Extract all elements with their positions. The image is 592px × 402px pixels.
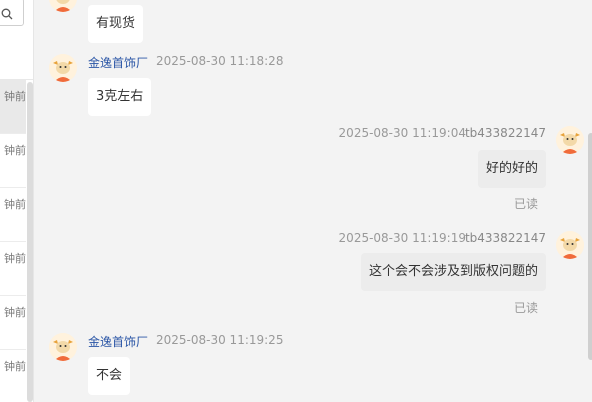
message-bubble[interactable]: 有现货	[88, 5, 144, 43]
cartoon-cow-avatar-icon	[556, 126, 584, 154]
chat-messages: 有现货 金逸首饰厂 2025-08-30 11:18:28 3克左右 2025-…	[35, 0, 592, 402]
conversation-time: 钟前	[4, 360, 26, 373]
cartoon-cow-avatar-icon	[49, 333, 77, 361]
seller-avatar[interactable]	[49, 333, 77, 361]
cartoon-cow-avatar-icon	[49, 54, 77, 82]
message-time: 2025-08-30 11:19:25	[156, 333, 284, 347]
cartoon-cow-avatar-icon	[556, 231, 584, 259]
message-time: 2025-08-30 11:19:19	[338, 231, 466, 245]
sender-name[interactable]: 金逸首饰厂	[88, 54, 148, 71]
message-bubble[interactable]: 3克左右	[88, 78, 152, 116]
conversation-time: 钟前	[4, 198, 26, 211]
conversation-item[interactable]: 钟前	[0, 134, 26, 188]
conversation-time: 钟前	[4, 306, 26, 319]
conversation-time: 钟前	[4, 252, 26, 265]
sender-name[interactable]: tb433822147	[465, 126, 546, 140]
conversation-time: 钟前	[4, 90, 26, 103]
sender-name[interactable]: tb433822147	[465, 231, 546, 245]
message-bubble[interactable]: 这个会不会涉及到版权问题的	[360, 253, 546, 291]
conversation-list-scrollbar[interactable]	[27, 82, 33, 402]
seller-avatar[interactable]	[49, 54, 77, 82]
buyer-avatar[interactable]	[556, 231, 584, 259]
search-input[interactable]	[0, 0, 24, 26]
cartoon-cow-avatar-icon	[49, 0, 77, 12]
conversation-time: 钟前	[4, 144, 26, 157]
conversation-item[interactable]: 钟前	[0, 188, 26, 242]
conversation-list: 钟前 钟前 钟前 钟前 钟前 钟前	[0, 0, 34, 402]
message-time: 2025-08-30 11:19:04	[338, 126, 466, 140]
conversation-item[interactable]: 钟前	[0, 296, 26, 350]
sender-name[interactable]: 金逸首饰厂	[88, 333, 148, 350]
conversation-item[interactable]: 钟前	[0, 350, 26, 402]
chat-scrollbar[interactable]	[588, 133, 592, 360]
search-icon[interactable]	[1, 5, 13, 20]
read-status: 已读	[513, 301, 538, 315]
message-bubble[interactable]: 不会	[88, 357, 131, 395]
read-status: 已读	[513, 197, 538, 211]
conversation-item[interactable]: 钟前	[0, 242, 26, 296]
buyer-avatar[interactable]	[556, 126, 584, 154]
conversation-item[interactable]: 钟前	[0, 80, 26, 134]
seller-avatar[interactable]	[49, 0, 77, 12]
message-time: 2025-08-30 11:18:28	[156, 54, 284, 68]
message-bubble[interactable]: 好的好的	[477, 150, 546, 188]
